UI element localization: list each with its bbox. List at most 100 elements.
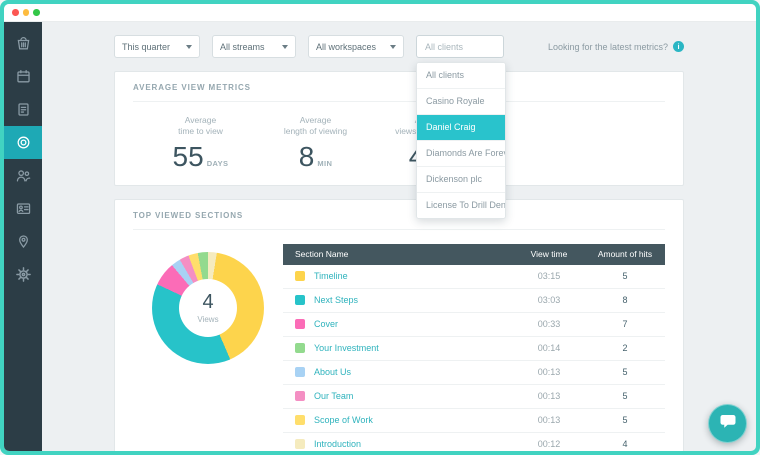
info-icon[interactable]: i — [673, 41, 684, 52]
sections-card-title: TOP VIEWED SECTIONS — [133, 211, 665, 230]
hits-cell: 5 — [585, 367, 665, 377]
app-body: This quarter All streams All workspaces — [4, 22, 756, 451]
section-name-cell: Next Steps — [314, 295, 513, 305]
gear-icon — [15, 266, 32, 283]
column-header-amount-of-hits: Amount of hits — [585, 249, 665, 259]
latest-metrics-hint-text: Looking for the latest metrics? — [548, 42, 668, 52]
donut-center-value: 4 — [202, 291, 213, 314]
section-color-swatch — [295, 415, 305, 425]
sidebar-item-locations[interactable] — [4, 225, 42, 258]
hits-cell: 5 — [585, 271, 665, 281]
column-header-view-time: View time — [513, 249, 585, 259]
latest-metrics-hint: Looking for the latest metrics? i — [548, 41, 684, 52]
top-viewed-sections-card: TOP VIEWED SECTIONS 4 Views — [114, 199, 684, 451]
metrics-card-title: AVERAGE VIEW METRICS — [133, 83, 665, 102]
hits-cell: 8 — [585, 295, 665, 305]
view-time-cell: 00:13 — [513, 415, 585, 425]
metric-unit: DAYS — [207, 159, 229, 168]
close-window-button[interactable] — [12, 9, 19, 16]
metric-unit: MIN — [317, 159, 332, 168]
section-name-cell: Timeline — [314, 271, 513, 281]
section-name-cell: Your Investment — [314, 343, 513, 353]
view-time-cell: 03:15 — [513, 271, 585, 281]
view-time-cell: 00:13 — [513, 391, 585, 401]
sections-table-header: Section Name View time Amount of hits — [283, 244, 665, 265]
zoom-window-button[interactable] — [33, 9, 40, 16]
chevron-down-icon — [186, 45, 192, 49]
metric: Averagetime to view55DAYS — [143, 115, 258, 171]
column-header-section-name: Section Name — [283, 249, 513, 259]
sidebar-item-metrics[interactable] — [4, 126, 42, 159]
metric-value: 8MIN — [258, 143, 373, 171]
date-range-filter-dropdown[interactable]: This quarter — [114, 35, 200, 58]
calendar-icon — [15, 68, 32, 85]
table-row: Next Steps03:038 — [283, 289, 665, 313]
section-color-swatch — [295, 439, 305, 449]
metric-number: 55 — [173, 143, 204, 171]
minimize-window-button[interactable] — [23, 9, 30, 16]
section-name-cell: Scope of Work — [314, 415, 513, 425]
table-row: Your Investment00:142 — [283, 337, 665, 361]
section-name-cell: Cover — [314, 319, 513, 329]
app-window: This quarter All streams All workspaces — [4, 4, 756, 451]
workspaces-filter-dropdown[interactable]: All workspaces — [308, 35, 404, 58]
sidebar-item-settings[interactable] — [4, 258, 42, 291]
section-color-swatch — [295, 295, 305, 305]
section-color-swatch — [295, 319, 305, 329]
table-row: Cover00:337 — [283, 313, 665, 337]
client-filter-input[interactable] — [416, 35, 504, 58]
hits-cell: 2 — [585, 343, 665, 353]
section-color-swatch — [295, 391, 305, 401]
section-color-swatch — [295, 367, 305, 377]
view-time-cell: 00:14 — [513, 343, 585, 353]
sections-donut-chart: 4 Views — [152, 252, 264, 364]
section-name-cell: Our Team — [314, 391, 513, 401]
window-titlebar — [4, 4, 756, 22]
table-row: Introduction00:124 — [283, 433, 665, 451]
sections-body: 4 Views Section Name View time Amount of… — [133, 230, 665, 451]
basket-icon — [15, 35, 32, 52]
sidebar-item-documents[interactable] — [4, 93, 42, 126]
filter-bar: This quarter All streams All workspaces — [114, 35, 684, 58]
location-pin-icon — [15, 233, 32, 250]
table-row: Scope of Work00:135 — [283, 409, 665, 433]
metrics-target-icon — [15, 134, 32, 151]
client-dropdown-item[interactable]: All clients — [417, 63, 505, 89]
donut-center-label: Views — [197, 315, 218, 324]
client-dropdown-item[interactable]: Dickenson plc — [417, 167, 505, 193]
chevron-down-icon — [282, 45, 288, 49]
client-dropdown-item[interactable]: Casino Royale — [417, 89, 505, 115]
metric-label: Averagelength of viewing — [258, 115, 373, 138]
view-time-cell: 03:03 — [513, 295, 585, 305]
metric-value: 55DAYS — [143, 143, 258, 171]
client-filter: All clientsCasino RoyaleDaniel CraigDiam… — [416, 35, 504, 58]
contact-card-icon — [15, 200, 32, 217]
chat-button[interactable] — [708, 404, 747, 443]
section-name-cell: About Us — [314, 367, 513, 377]
streams-filter-label: All streams — [220, 42, 265, 52]
average-view-metrics-card: AVERAGE VIEW METRICS Averagetime to view… — [114, 71, 684, 186]
table-row: Timeline03:155 — [283, 265, 665, 289]
sidebar-item-calendar[interactable] — [4, 60, 42, 93]
workspaces-filter-label: All workspaces — [316, 42, 376, 52]
metric: Averagelength of viewing 8MIN — [258, 115, 373, 171]
users-icon — [15, 167, 32, 184]
donut-chart-area: 4 Views — [133, 244, 283, 451]
client-dropdown-menu: All clientsCasino RoyaleDaniel CraigDiam… — [416, 62, 506, 219]
sidebar-item-basket[interactable] — [4, 27, 42, 60]
window-frame: This quarter All streams All workspaces — [0, 0, 760, 455]
client-dropdown-item[interactable]: Diamonds Are Forev... — [417, 141, 505, 167]
chevron-down-icon — [390, 45, 396, 49]
sections-table-body: Timeline03:155Next Steps03:038Cover00:33… — [283, 265, 665, 451]
section-name-cell: Introduction — [314, 439, 513, 449]
sidebar-item-contacts[interactable] — [4, 192, 42, 225]
streams-filter-dropdown[interactable]: All streams — [212, 35, 296, 58]
client-dropdown-item[interactable]: Daniel Craig — [417, 115, 505, 141]
hits-cell: 5 — [585, 415, 665, 425]
view-time-cell: 00:12 — [513, 439, 585, 449]
view-time-cell: 00:13 — [513, 367, 585, 377]
sidebar-item-clients[interactable] — [4, 159, 42, 192]
section-color-swatch — [295, 343, 305, 353]
hits-cell: 5 — [585, 391, 665, 401]
client-dropdown-item[interactable]: License To Drill Denti... — [417, 193, 505, 218]
